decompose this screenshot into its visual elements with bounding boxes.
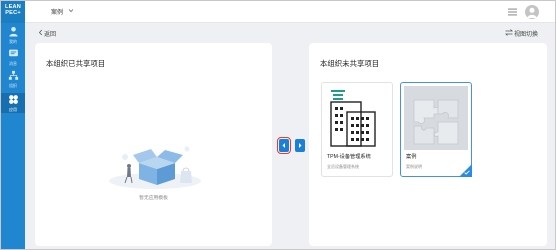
empty-state-text: 暂无应用模板 xyxy=(139,196,168,201)
card-title: 案例 xyxy=(406,154,417,160)
apps-icon xyxy=(8,95,18,104)
sidebar-item-label: 组织 xyxy=(9,83,17,88)
card-title: TPM-设备管理系统 xyxy=(327,154,371,160)
logo-plus-icon: + xyxy=(17,10,21,17)
message-icon xyxy=(8,49,18,57)
puzzle-icon xyxy=(404,86,468,150)
chevron-right-icon xyxy=(299,143,302,148)
sidebar-item-apps[interactable]: 应用 xyxy=(1,93,25,113)
app-window: LEAN PEC+ 我的 消息 组织 应用 案例 返回 视图切换 本组织已共享项… xyxy=(0,0,556,250)
building-icon xyxy=(330,90,376,147)
card-description: 全员设备管理系统 xyxy=(327,164,359,169)
sidebar-item-organization[interactable]: 组织 xyxy=(1,69,25,89)
chevron-left-icon xyxy=(282,143,285,148)
shared-projects-panel: 本组织已共享项目 暂无应用模板 xyxy=(35,43,272,246)
view-switch-label: 视图切换 xyxy=(514,32,539,38)
org-icon xyxy=(8,70,18,80)
avatar-icon xyxy=(527,7,537,18)
swap-icon xyxy=(505,29,513,36)
empty-box-illustration xyxy=(109,146,201,189)
top-bar: 案例 xyxy=(25,1,555,23)
sidebar-item-messages[interactable]: 消息 xyxy=(1,47,25,67)
chevron-down-icon xyxy=(68,9,74,13)
checkmark-icon xyxy=(464,170,470,175)
move-to-unshared-button[interactable] xyxy=(295,139,305,152)
sidebar-item-mine[interactable]: 我的 xyxy=(1,25,25,45)
main-content: 返回 视图切换 本组织已共享项目 暂无应用模板 本组织未共享项目 TPM-设备管… xyxy=(25,23,555,249)
sidebar-item-label: 应用 xyxy=(9,107,17,112)
move-to-shared-button[interactable] xyxy=(277,137,291,154)
unshared-projects-panel: 本组织未共享项目 TPM-设备管理系统 全员设备管理系统 案例 案例说明 xyxy=(309,43,547,246)
avatar[interactable] xyxy=(525,5,539,19)
hamburger-icon[interactable] xyxy=(508,8,517,16)
project-card-selected[interactable]: 案例 案例说明 xyxy=(400,82,472,177)
project-card[interactable]: TPM-设备管理系统 全员设备管理系统 xyxy=(321,82,393,177)
user-icon xyxy=(8,26,18,37)
sidebar: LEAN PEC+ 我的 消息 组织 应用 xyxy=(1,1,25,249)
logo: LEAN PEC+ xyxy=(1,1,25,23)
back-label: 返回 xyxy=(44,32,57,38)
organization-selector[interactable]: 案例 xyxy=(51,7,74,16)
panel-title: 本组织未共享项目 xyxy=(320,59,380,68)
logo-line-2: PEC xyxy=(5,10,18,17)
card-description: 案例说明 xyxy=(406,164,422,169)
organization-name: 案例 xyxy=(51,10,64,16)
sidebar-item-label: 消息 xyxy=(9,61,17,66)
panel-title: 本组织已共享项目 xyxy=(46,59,106,68)
sidebar-item-label: 我的 xyxy=(9,39,17,44)
chevron-left-icon xyxy=(38,29,43,36)
